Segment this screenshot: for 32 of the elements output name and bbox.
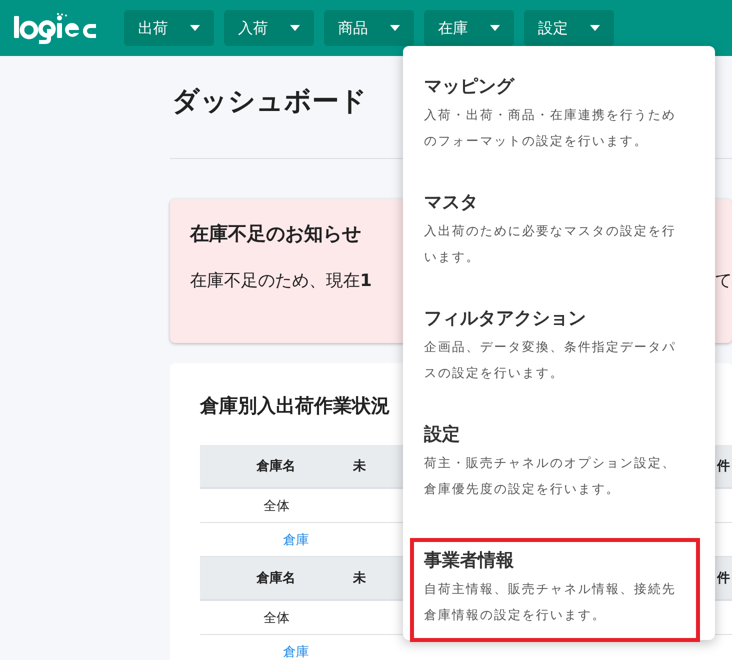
column-header: 倉庫名 [200,557,352,600]
menu-item-description: 入荷・出荷・商品・在庫連携を行うためのフォーマットの設定を行います。 [424,106,677,150]
warehouse-link[interactable]: 倉庫 [283,644,309,660]
menu-item[interactable]: マッピング 入荷・出荷・商品・在庫連携を行うためのフォーマットの設定を行います。 [410,64,700,180]
caret-icon [290,25,300,31]
menu-item[interactable]: マスタ 入出荷のために必要なマスタの設定を行います。 [410,180,700,296]
notice-text: 在庫不足のため、現在1 [190,270,372,292]
menu-item-description: 企画品、データ変換、条件指定データパスの設定を行います。 [424,338,677,382]
nav-menu-button[interactable]: 入荷 [224,10,314,46]
notice-title: 在庫不足のお知らせ [190,222,361,247]
caret-icon [390,25,400,31]
card-title: 倉庫別入出荷作業状況 [200,394,390,419]
menu-item[interactable]: 事業者情報 自荷主情報、販売チャネル情報、接続先倉庫情報の設定を行います。 [410,538,700,642]
caret-icon [490,25,500,31]
page-title: ダッシュボード [171,85,367,119]
menu-item-title: 設定 [424,423,461,446]
table-cell: 全体 [200,488,352,522]
menu-item-description: 入出荷のために必要なマスタの設定を行います。 [424,222,677,266]
caret-icon [190,25,200,31]
nav-menu-button[interactable]: 設定 [524,10,614,46]
caret-icon [590,25,600,31]
notice-text: て [715,270,732,292]
warehouse-link[interactable]: 倉庫 [283,532,309,548]
nav-menu-button[interactable]: 在庫 [424,10,514,46]
menu-item-title: マッピング [424,75,516,98]
nav-menu-button[interactable]: 出荷 [124,10,214,46]
table-cell: 全体 [200,600,352,634]
menu-item[interactable]: フィルタアクション 企画品、データ変換、条件指定データパスの設定を行います。 [410,296,700,412]
column-header: 倉庫名 [200,445,352,488]
menu-item-title: マスタ [424,191,479,214]
menu-item-title: フィルタアクション [424,307,587,330]
nav-menu-button[interactable]: 商品 [324,10,414,46]
